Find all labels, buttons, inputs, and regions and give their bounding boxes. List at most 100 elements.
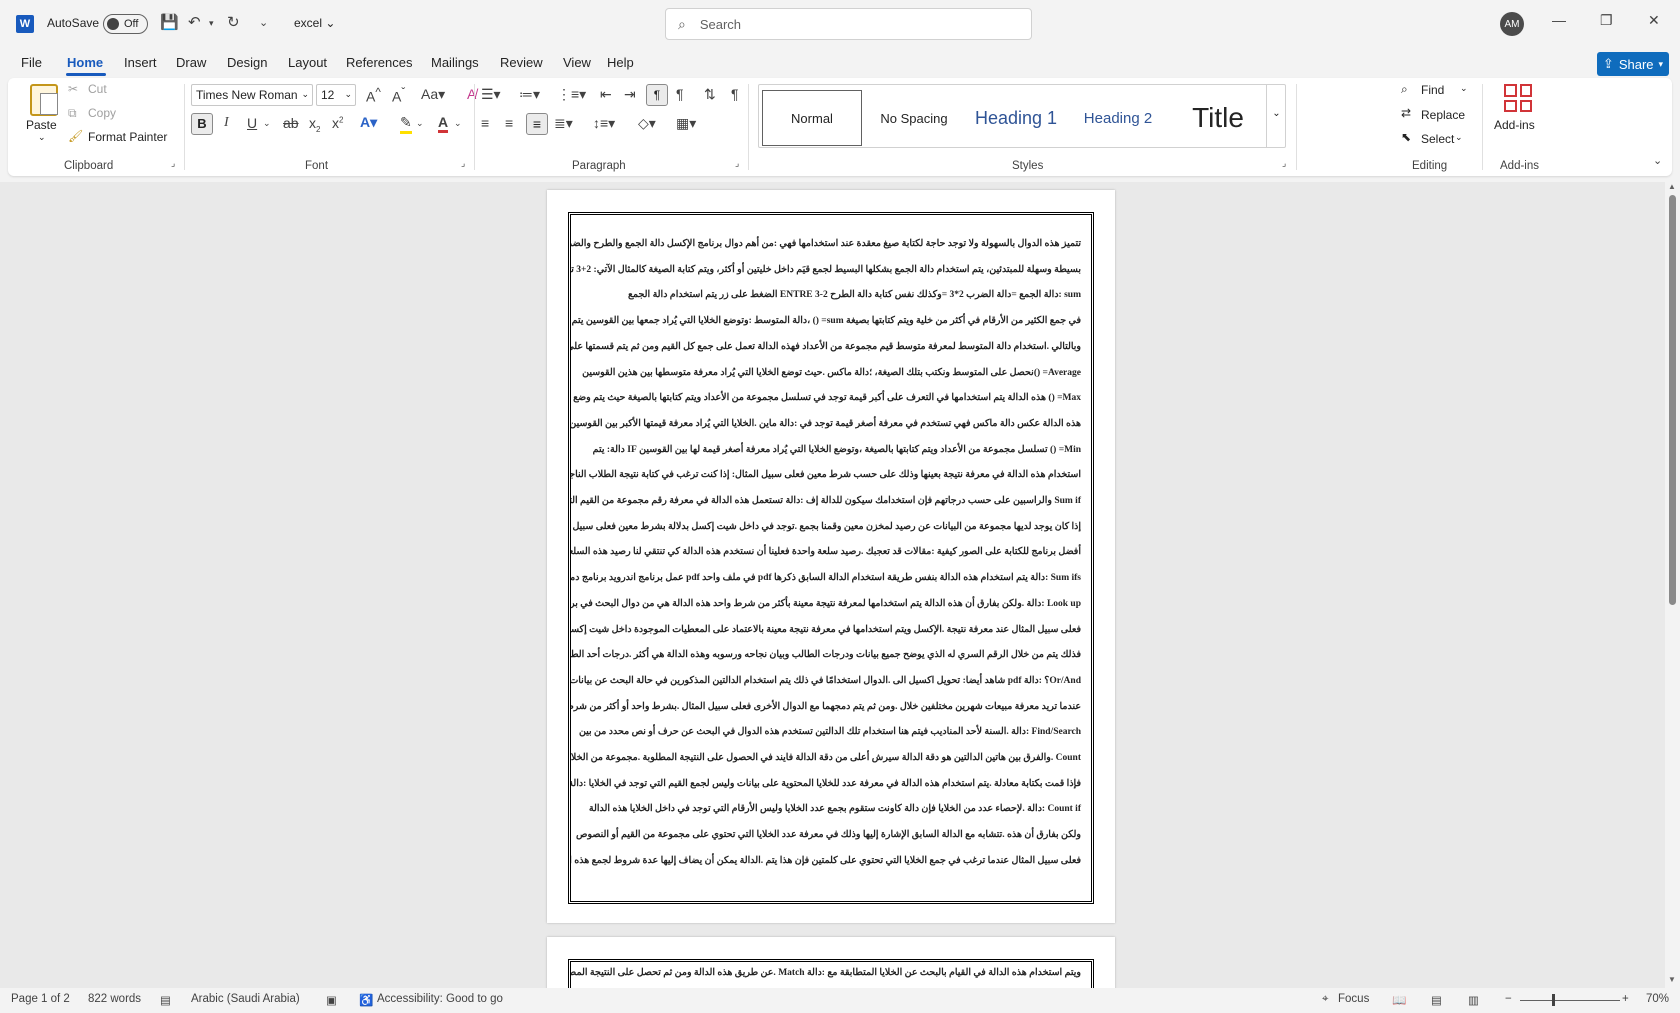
subscript-icon[interactable]: x2: [309, 115, 320, 134]
style-normal[interactable]: Normal: [762, 90, 862, 146]
tab-design[interactable]: Design: [227, 55, 267, 70]
web-layout-icon[interactable]: ▥: [1468, 993, 1479, 1007]
tab-insert[interactable]: Insert: [124, 55, 157, 70]
tab-file[interactable]: File: [21, 55, 42, 70]
show-marks-icon[interactable]: ¶: [731, 86, 739, 102]
ltr-icon[interactable]: ¶: [676, 86, 684, 102]
align-center-icon[interactable]: ≡: [505, 115, 513, 131]
decrease-indent-icon[interactable]: ⇤: [600, 86, 612, 103]
read-mode-icon[interactable]: 📖: [1392, 993, 1406, 1007]
font-color-icon[interactable]: A: [438, 114, 449, 133]
zoom-level[interactable]: 70%: [1646, 993, 1669, 1005]
autosave-toggle[interactable]: Off: [103, 14, 148, 34]
word-count[interactable]: 822 words: [88, 993, 141, 1005]
minimize-icon[interactable]: —: [1552, 12, 1566, 28]
tab-help[interactable]: Help: [607, 55, 634, 70]
styles-more-button[interactable]: ⌄: [1266, 84, 1286, 148]
style-title[interactable]: Title: [1170, 90, 1266, 146]
line-spacing-icon[interactable]: ↕≡▾: [593, 115, 615, 132]
copy-button[interactable]: Copy: [88, 106, 116, 120]
zoom-slider[interactable]: [1520, 1000, 1620, 1001]
numbering-icon[interactable]: ≔▾: [519, 86, 540, 103]
chevron-down-icon[interactable]: ⌄: [1460, 83, 1468, 94]
tab-draw[interactable]: Draw: [176, 55, 206, 70]
proofing-icon[interactable]: ▤: [160, 993, 171, 1007]
print-layout-icon[interactable]: ▤: [1431, 993, 1442, 1007]
tab-home[interactable]: Home: [67, 55, 103, 70]
change-case-icon[interactable]: Aa▾: [421, 86, 445, 103]
copy-icon[interactable]: ⧉: [68, 106, 77, 121]
page-2[interactable]: ويتم استخدام هذه الدالة في القيام بالبحث…: [547, 937, 1115, 988]
search-box[interactable]: ⌕ Search: [665, 8, 1032, 40]
paste-button[interactable]: Paste ⌄: [24, 82, 64, 148]
undo-icon[interactable]: ↶: [188, 13, 201, 31]
zoom-in-icon[interactable]: +: [1622, 993, 1629, 1005]
scroll-thumb[interactable]: [1669, 195, 1676, 605]
italic-icon[interactable]: I: [224, 115, 229, 131]
undo-dropdown-icon[interactable]: ▾: [209, 18, 214, 29]
collapse-ribbon-icon[interactable]: ⌄: [1653, 154, 1662, 167]
accessibility-status[interactable]: Accessibility: Good to go: [377, 993, 503, 1005]
chevron-down-icon[interactable]: ⌄: [263, 118, 271, 129]
superscript-icon[interactable]: x2: [332, 115, 343, 131]
format-painter-icon[interactable]: 🖌: [68, 129, 83, 143]
justify-icon[interactable]: ≣▾: [554, 115, 573, 132]
replace-icon[interactable]: ⇄: [1401, 106, 1411, 120]
format-painter-button[interactable]: Format Painter: [88, 130, 167, 144]
chevron-down-icon[interactable]: ⌄: [416, 118, 424, 129]
style-no-spacing[interactable]: No Spacing: [864, 90, 964, 146]
tab-layout[interactable]: Layout: [288, 55, 327, 70]
tab-references[interactable]: References: [346, 55, 412, 70]
text-effects-icon[interactable]: A▾: [360, 114, 377, 131]
multilevel-list-icon[interactable]: ⋮≡▾: [557, 86, 586, 103]
font-size-select[interactable]: 12 ⌄: [316, 84, 356, 106]
rtl-direction-button[interactable]: ¶: [646, 84, 668, 106]
increase-indent-icon[interactable]: ⇥: [624, 86, 636, 103]
align-right-button[interactable]: ≡: [526, 113, 548, 135]
zoom-slider-thumb[interactable]: [1552, 994, 1555, 1006]
zoom-out-icon[interactable]: −: [1505, 993, 1512, 1005]
shrink-font-icon[interactable]: Aˇ: [392, 86, 405, 105]
style-heading-2[interactable]: Heading 2: [1068, 90, 1168, 146]
shading-icon[interactable]: ◇▾: [638, 115, 656, 132]
select-icon[interactable]: ⬉: [1401, 130, 1411, 144]
highlight-icon[interactable]: ✎: [400, 114, 412, 134]
customize-toolbar-icon[interactable]: ⌄: [259, 16, 268, 29]
page-1[interactable]: تتميز هذه الدوال بالسهولة ولا توجد حاجة …: [547, 190, 1115, 923]
font-launcher-icon[interactable]: ⌟: [461, 158, 465, 169]
avatar[interactable]: AM: [1500, 12, 1524, 36]
find-button[interactable]: Find: [1421, 83, 1444, 97]
cut-button[interactable]: Cut: [88, 82, 107, 96]
track-changes-icon[interactable]: ▣: [326, 993, 337, 1007]
vertical-scrollbar[interactable]: ▲ ▼: [1665, 182, 1680, 988]
styles-launcher-icon[interactable]: ⌟: [1282, 158, 1286, 169]
paragraph-launcher-icon[interactable]: ⌟: [735, 158, 739, 169]
page-count[interactable]: Page 1 of 2: [11, 993, 70, 1005]
strikethrough-icon[interactable]: ab: [283, 115, 299, 131]
replace-button[interactable]: Replace: [1421, 108, 1465, 122]
tab-mailings[interactable]: Mailings: [431, 55, 479, 70]
bullets-icon[interactable]: ☰▾: [481, 86, 501, 103]
tab-review[interactable]: Review: [500, 55, 543, 70]
redo-icon[interactable]: ↻: [227, 13, 240, 31]
language-indicator[interactable]: Arabic (Saudi Arabia): [191, 993, 300, 1005]
font-name-select[interactable]: Times New Roman ⌄: [191, 84, 313, 106]
chevron-down-icon[interactable]: ⌄: [454, 118, 462, 129]
document-body[interactable]: تتميز هذه الدوال بالسهولة ولا توجد حاجة …: [571, 215, 1091, 875]
close-icon[interactable]: ✕: [1648, 12, 1660, 29]
grow-font-icon[interactable]: A^: [366, 86, 381, 105]
focus-button[interactable]: Focus: [1338, 993, 1369, 1005]
clipboard-launcher-icon[interactable]: ⌟: [171, 158, 175, 169]
share-button[interactable]: ⇪ Share ▾: [1597, 52, 1669, 76]
underline-icon[interactable]: U: [247, 115, 257, 131]
document-name[interactable]: excel ⌄: [294, 16, 335, 30]
scroll-up-icon[interactable]: ▲: [1668, 182, 1676, 191]
borders-icon[interactable]: ▦▾: [676, 115, 696, 132]
restore-icon[interactable]: ❐: [1600, 12, 1613, 29]
style-heading-1[interactable]: Heading 1: [966, 90, 1066, 146]
find-icon[interactable]: ⌕: [1401, 82, 1408, 97]
save-icon[interactable]: 💾: [160, 13, 179, 31]
cut-icon[interactable]: ✂: [68, 82, 78, 96]
chevron-down-icon[interactable]: ⌄: [1455, 132, 1463, 143]
select-button[interactable]: Select: [1421, 132, 1454, 146]
